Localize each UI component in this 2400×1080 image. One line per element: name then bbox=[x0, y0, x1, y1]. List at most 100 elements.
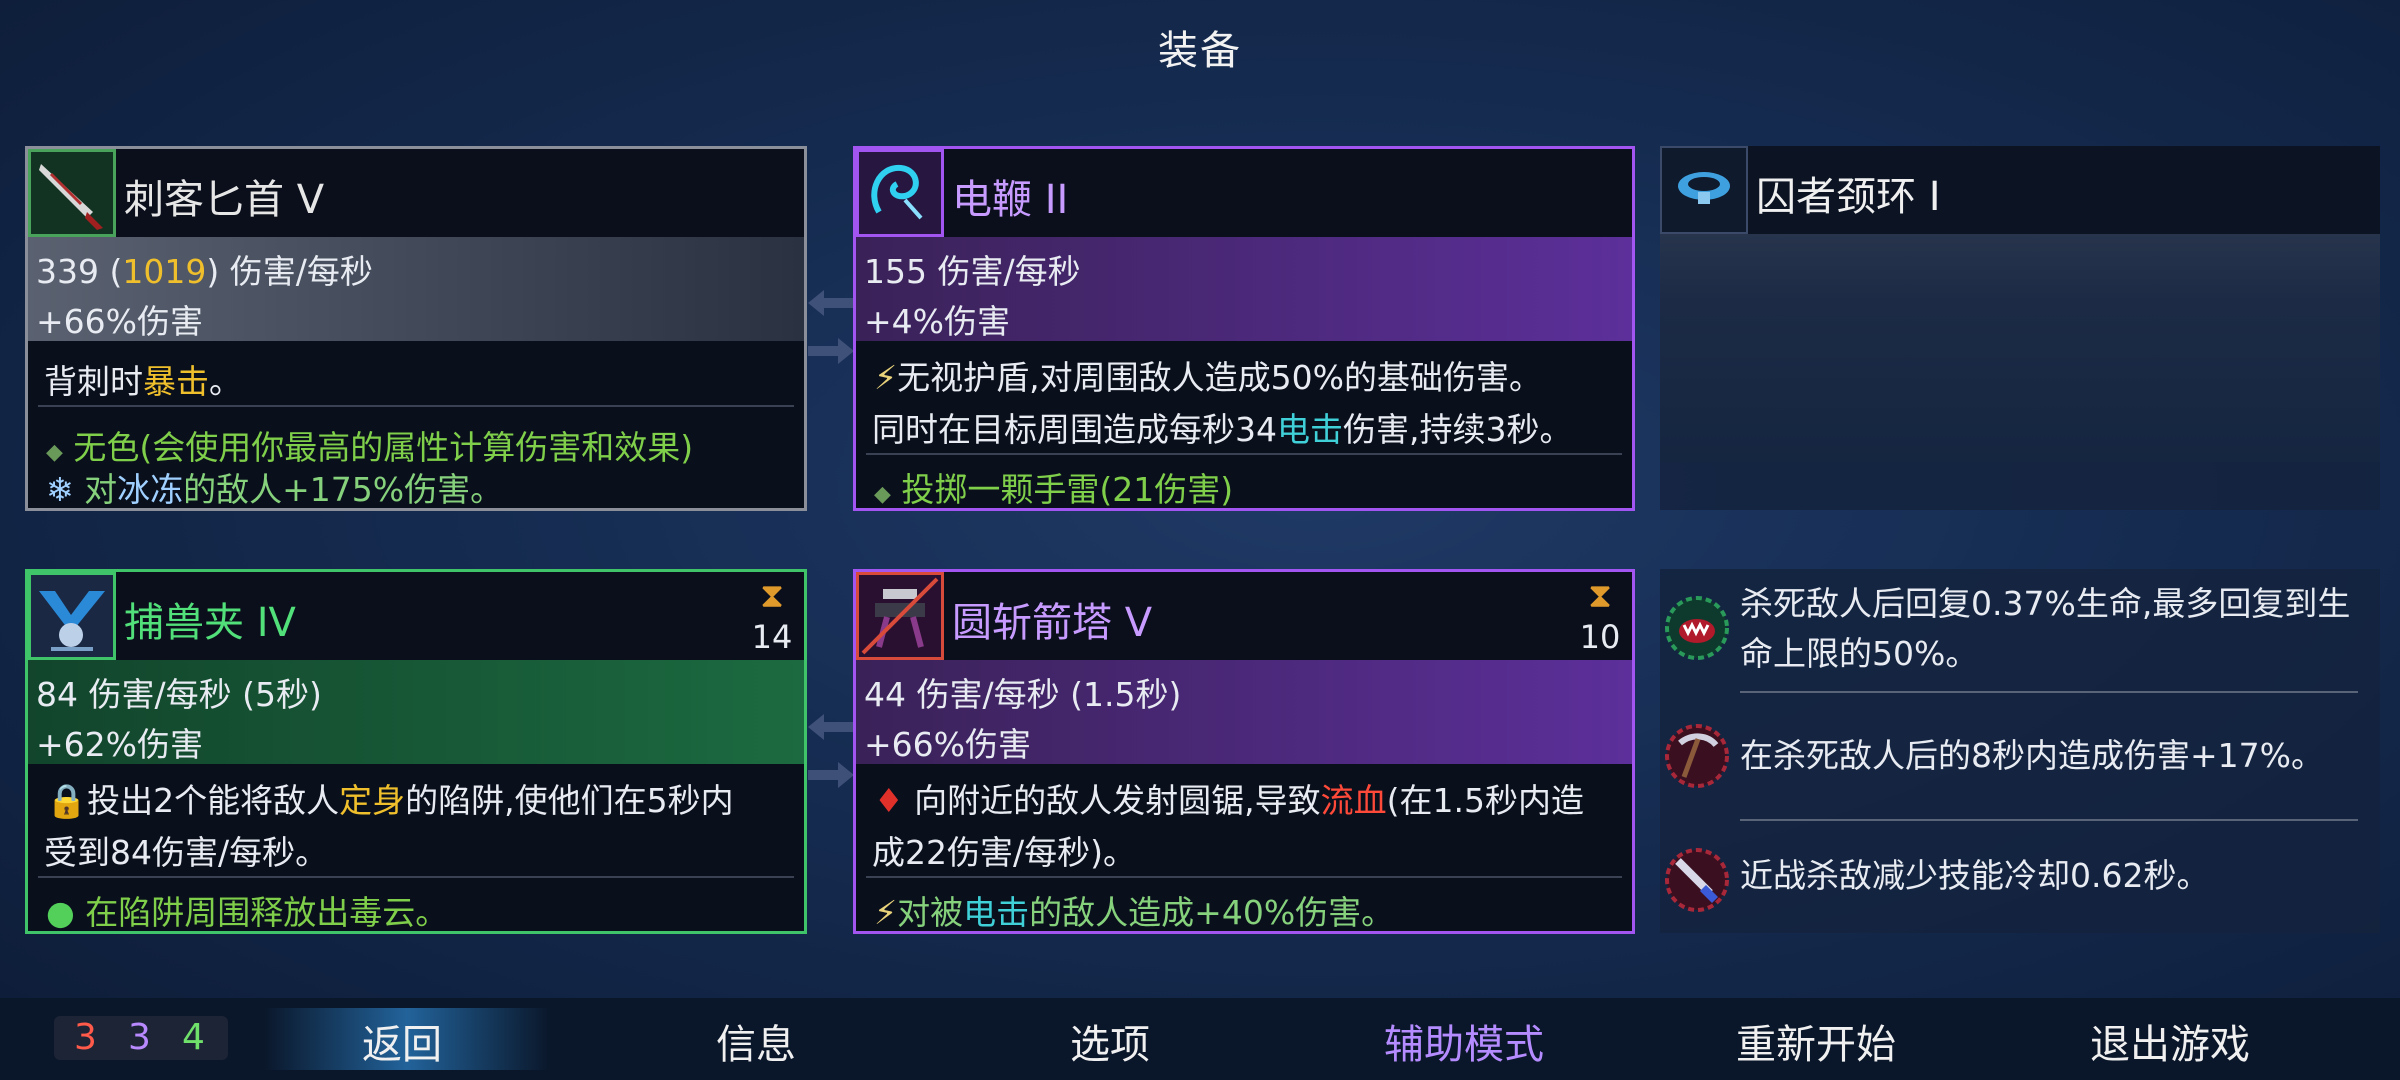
trait-line: ⚡对被电击的敌人造成+40%伤害。 bbox=[874, 886, 1395, 932]
keyword-root: 定身 bbox=[339, 781, 406, 820]
brutality-stat: 3 bbox=[74, 1017, 97, 1058]
description-panel: ⚡无视护盾,对周围敌人造成50%的基础伤害。 同时在目标周围造成每秒34电击伤害… bbox=[856, 341, 1632, 508]
weapon-card-whip[interactable]: 电鞭 II 155 伤害/每秒 +4%伤害 ⚡无视护盾,对周围敌人造成50%的基… bbox=[853, 146, 1635, 511]
text: 投出2个能将敌人 bbox=[87, 781, 340, 820]
card-header: 囚者颈环 I bbox=[1660, 146, 2380, 234]
text: 背刺时 bbox=[44, 362, 143, 401]
text: 向附近的敌人发射圆锯,导致 bbox=[914, 781, 1321, 820]
hourglass-icon: ⧗ bbox=[760, 576, 784, 616]
damage-bonus: +66%伤害 bbox=[864, 725, 1031, 764]
text: 的敌人+175%伤害。 bbox=[183, 470, 504, 509]
item-name: 圆斩箭塔 V bbox=[952, 600, 1153, 646]
dps-line: 84 伤害/每秒 (5秒) bbox=[36, 675, 322, 714]
mutation-text: 在杀死敌人后的8秒内造成伤害+17%。 bbox=[1740, 736, 2324, 775]
effect-line-2: 同时在目标周围造成每秒34电击伤害,持续3秒。 bbox=[872, 403, 1573, 451]
electric-whip-icon bbox=[856, 149, 944, 237]
vampire-mouth-icon bbox=[1662, 593, 1732, 663]
trait-line: ◆ 无色(会使用你最高的属性计算伤害和效果) bbox=[46, 421, 693, 469]
text: 无视护盾,对周围敌人造成50%的基础伤害。 bbox=[897, 358, 1543, 397]
effect-line-2: 受到84伤害/每秒。 bbox=[44, 833, 329, 872]
stats-panel: 339 (1019) 伤害/每秒 +66%伤害 bbox=[28, 237, 804, 341]
options-button[interactable]: 选项 bbox=[990, 1012, 1230, 1070]
item-name: 囚者颈环 I bbox=[1756, 174, 1941, 220]
cooldown-seconds: 14 bbox=[751, 618, 793, 656]
tactics-stat: 3 bbox=[128, 1017, 151, 1058]
card-header: 圆斩箭塔 V ⧗ 10 bbox=[856, 572, 1632, 660]
collar-icon bbox=[1660, 146, 1748, 234]
divider bbox=[38, 405, 794, 407]
damage-bonus: +66%伤害 bbox=[36, 302, 203, 341]
skill-card-turret[interactable]: 圆斩箭塔 V ⧗ 10 44 伤害/每秒 (1.5秒) +66%伤害 ♦ 向附近… bbox=[853, 569, 1635, 934]
damage-bonus: +4%伤害 bbox=[864, 302, 1011, 341]
effect-line: 🔒投出2个能将敌人定身的陷阱,使他们在5秒内 bbox=[46, 774, 734, 822]
text: 。 bbox=[209, 362, 242, 401]
assist-mode-button[interactable]: 辅助模式 bbox=[1344, 1012, 1584, 1070]
info-button[interactable]: 信息 bbox=[636, 1012, 876, 1070]
mutation-item[interactable]: 在杀死敌人后的8秒内造成伤害+17%。 bbox=[1660, 693, 2380, 819]
keyword-shock: 电击 bbox=[963, 893, 1030, 932]
text: 伤害,持续3秒。 bbox=[1343, 410, 1573, 449]
effect-line: 背刺时暴击。 bbox=[44, 355, 242, 403]
divider bbox=[866, 453, 1622, 455]
quit-game-button[interactable]: 退出游戏 bbox=[2050, 1012, 2290, 1070]
text: 对被 bbox=[897, 893, 964, 932]
lightning-icon: ⚡ bbox=[874, 358, 898, 397]
mutation-item[interactable]: 杀死敌人后回复0.37%生命,最多回复到生命上限的50%。 bbox=[1660, 569, 2380, 689]
snowflake-icon: ❄ bbox=[46, 470, 74, 509]
survival-stat: 4 bbox=[182, 1017, 205, 1058]
screen-title: 装备 bbox=[1158, 28, 1242, 74]
swap-right-arrow-icon bbox=[808, 762, 854, 788]
skill-card-trap[interactable]: 捕兽夹 IV ⧗ 14 84 伤害/每秒 (5秒) +62%伤害 🔒投出2个能将… bbox=[25, 569, 807, 934]
wolf-trap-icon bbox=[28, 572, 116, 660]
dps-value: 339 bbox=[36, 252, 99, 291]
card-header: 捕兽夹 IV ⧗ 14 bbox=[28, 572, 804, 660]
mutation-item[interactable]: 近战杀敌减少技能冷却0.62秒。 bbox=[1660, 821, 2380, 931]
amulet-card-collar[interactable]: 囚者颈环 I bbox=[1660, 146, 2380, 510]
description-panel: 背刺时暴击。 ◆ 无色(会使用你最高的属性计算伤害和效果) ❄ 对冰冻的敌人+1… bbox=[28, 341, 804, 508]
hourglass-icon: ⧗ bbox=[1588, 576, 1612, 616]
card-header: 刺客匕首 V bbox=[28, 149, 804, 237]
collar-stat-strip bbox=[1660, 234, 2380, 462]
dagger-icon bbox=[28, 149, 116, 237]
dps-line: 155 伤害/每秒 bbox=[864, 252, 1081, 291]
text: 对 bbox=[84, 470, 118, 509]
mutation-text: 杀死敌人后回复0.37%生命,最多回复到生命上限的50%。 bbox=[1740, 584, 2351, 673]
stats-panel: 84 伤害/每秒 (5秒) +62%伤害 bbox=[28, 660, 804, 764]
cooldown-seconds: 10 bbox=[1579, 618, 1621, 656]
keyword-bleed: 流血 bbox=[1320, 781, 1387, 820]
text: 的陷阱,使他们在5秒内 bbox=[405, 781, 734, 820]
item-name: 捕兽夹 IV bbox=[124, 600, 296, 646]
turret-icon bbox=[856, 572, 944, 660]
trait-line-frozen: ❄ 对冰冻的敌人+175%伤害。 bbox=[46, 463, 504, 509]
dps-line: 339 (1019) 伤害/每秒 bbox=[36, 252, 373, 291]
diamond-icon: ◆ bbox=[874, 482, 891, 507]
card-header: 电鞭 II bbox=[856, 149, 1632, 237]
item-name: 电鞭 II bbox=[952, 177, 1069, 223]
dps-line: 44 伤害/每秒 (1.5秒) bbox=[864, 675, 1182, 714]
dps-unit: 伤害/每秒 bbox=[229, 252, 373, 291]
stats-panel: 44 伤害/每秒 (1.5秒) +66%伤害 bbox=[856, 660, 1632, 764]
swap-left-arrow-icon bbox=[808, 714, 854, 740]
text: 的敌人造成+40%伤害。 bbox=[1029, 893, 1395, 932]
lock-icon: 🔒 bbox=[46, 781, 88, 820]
cooldown-indicator: ⧗ 10 bbox=[1578, 574, 1622, 656]
poison-cloud-icon: ● bbox=[46, 893, 75, 932]
description-panel: 🔒投出2个能将敌人定身的陷阱,使他们在5秒内 受到84伤害/每秒。 ● 在陷阱周… bbox=[28, 764, 804, 931]
text: (在1.5秒内造 bbox=[1386, 781, 1584, 820]
text: 无色(会使用你最高的属性计算伤害和效果) bbox=[73, 428, 694, 467]
crit-dps-value: 1019 bbox=[122, 252, 207, 291]
stats-panel: 155 伤害/每秒 +4%伤害 bbox=[856, 237, 1632, 341]
weapon-card-dagger[interactable]: 刺客匕首 V 339 (1019) 伤害/每秒 +66%伤害 背刺时暴击。 ◆ … bbox=[25, 146, 807, 511]
back-button[interactable]: 返回 bbox=[282, 1012, 522, 1070]
swap-left-arrow-icon bbox=[808, 290, 854, 316]
cooldown-indicator: ⧗ 14 bbox=[750, 574, 794, 656]
swap-right-arrow-icon bbox=[808, 338, 854, 364]
pickaxe-icon bbox=[1662, 721, 1732, 791]
sword-icon bbox=[1662, 845, 1732, 915]
mutations-panel: 杀死敌人后回复0.37%生命,最多回复到生命上限的50%。 在杀死敌人后的8秒内… bbox=[1660, 569, 2380, 933]
restart-button[interactable]: 重新开始 bbox=[1696, 1012, 1936, 1070]
keyword-crit: 暴击 bbox=[143, 362, 209, 401]
effect-line: ⚡无视护盾,对周围敌人造成50%的基础伤害。 bbox=[874, 351, 1542, 399]
text: 同时在目标周围造成每秒34 bbox=[872, 410, 1277, 449]
lightning-icon: ⚡ bbox=[874, 893, 898, 932]
